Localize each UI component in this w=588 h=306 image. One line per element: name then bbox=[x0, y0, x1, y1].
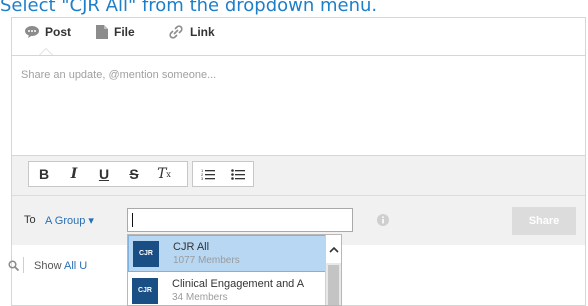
show-label: Show bbox=[34, 260, 62, 272]
filter-divider bbox=[23, 257, 24, 273]
document-icon bbox=[96, 25, 108, 39]
chevron-up-icon bbox=[328, 246, 339, 253]
group-suggestions-dropdown: CJR CJR All 1077 Members CJR Clinical En… bbox=[127, 234, 342, 306]
editor-placeholder: Share an update, @mention someone... bbox=[21, 69, 217, 81]
tab-post[interactable]: Post bbox=[25, 25, 71, 39]
feed-filter: Show All U bbox=[34, 260, 87, 272]
clear-formatting-sub: x bbox=[166, 169, 171, 179]
publisher-tabs: Post File Link bbox=[12, 18, 585, 48]
bulleted-list-button[interactable] bbox=[226, 162, 250, 186]
link-icon bbox=[169, 25, 183, 39]
audience-dropdown[interactable]: A Group ▾ bbox=[45, 214, 94, 227]
group-avatar: CJR bbox=[132, 277, 158, 304]
text-cursor bbox=[132, 213, 133, 227]
post-editor[interactable]: Share an update, @mention someone... bbox=[12, 55, 585, 155]
suggestion-text: CJR All 1077 Members bbox=[173, 241, 323, 267]
instruction-caption: Select "CJR All" from the dropdown menu. bbox=[0, 0, 378, 16]
tab-link-label: Link bbox=[190, 25, 215, 39]
suggestion-clinical-engagement[interactable]: CJR Clinical Engagement and A 34 Members bbox=[128, 272, 326, 305]
list-group: 1 2 3 bbox=[192, 161, 254, 187]
clear-formatting-button[interactable]: Tx bbox=[152, 162, 176, 186]
active-tab-pointer bbox=[39, 48, 53, 55]
formatting-toolbar: B I U S Tx 1 2 3 bbox=[12, 155, 585, 195]
group-search-input[interactable] bbox=[127, 208, 353, 232]
speech-bubble-icon bbox=[25, 26, 39, 38]
numbered-list-icon: 1 2 3 bbox=[201, 168, 215, 180]
tab-file[interactable]: File bbox=[96, 25, 135, 39]
member-count: 34 Members bbox=[172, 291, 228, 303]
underline-button[interactable]: U bbox=[92, 162, 116, 186]
suggestion-text: Clinical Engagement and A 34 Members bbox=[172, 278, 322, 304]
bulleted-list-icon bbox=[231, 169, 245, 180]
text-style-group: B I U S Tx bbox=[28, 161, 188, 187]
info-icon[interactable] bbox=[377, 214, 389, 226]
scroll-up-button[interactable] bbox=[326, 235, 341, 263]
numbered-list-button[interactable]: 1 2 3 bbox=[196, 162, 220, 186]
italic-button[interactable]: I bbox=[62, 162, 86, 186]
member-count: 1077 Members bbox=[173, 254, 240, 266]
share-button[interactable]: Share bbox=[512, 207, 576, 235]
scroll-thumb[interactable] bbox=[328, 265, 339, 305]
clear-formatting-glyph: T bbox=[157, 166, 167, 182]
dropdown-scrollbar[interactable] bbox=[325, 235, 341, 305]
to-label: To bbox=[24, 214, 36, 226]
tab-file-label: File bbox=[114, 25, 135, 39]
suggestion-cjr-all[interactable]: CJR CJR All 1077 Members bbox=[128, 235, 326, 272]
svg-text:3: 3 bbox=[201, 176, 204, 180]
tab-link[interactable]: Link bbox=[168, 25, 215, 39]
group-avatar: CJR bbox=[133, 240, 159, 267]
tab-post-label: Post bbox=[45, 25, 72, 39]
search-icon[interactable] bbox=[8, 260, 19, 271]
bold-button[interactable]: B bbox=[32, 162, 56, 186]
group-name: Clinical Engagement and A bbox=[172, 277, 305, 290]
strikethrough-button[interactable]: S bbox=[122, 162, 146, 186]
feed-filter-link[interactable]: All U bbox=[64, 260, 87, 272]
group-name: CJR All bbox=[173, 240, 210, 253]
